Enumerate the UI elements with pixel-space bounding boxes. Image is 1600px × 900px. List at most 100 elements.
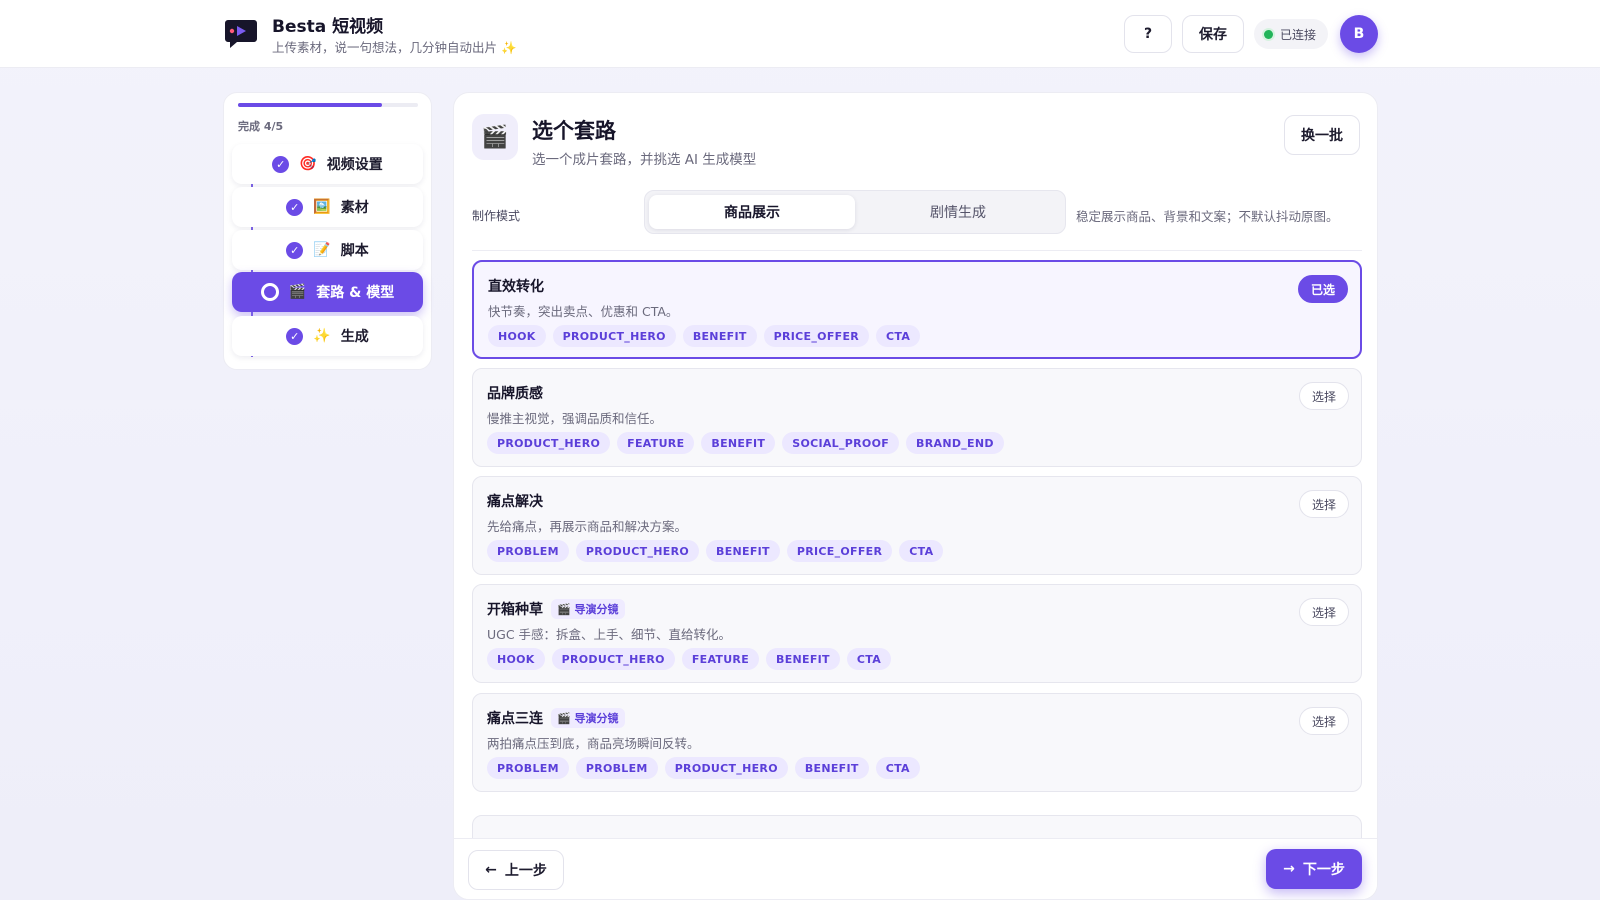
beat-tag: CTA [846, 648, 892, 670]
select-button[interactable]: 选择 [1298, 382, 1349, 410]
beat-tag: PROBLEM [575, 757, 658, 779]
beat-tag: BENEFIT [682, 325, 757, 347]
page-title: 选个套路 [532, 119, 616, 143]
mode-option-product[interactable]: 商品展示 [649, 195, 855, 229]
card-tags: HOOK PRODUCT_HERO FEATURE BENEFIT CTA [487, 648, 892, 670]
template-card[interactable]: 痛点解决先给痛点，再展示商品和解决方案。 PROBLEM PRODUCT_HERO B… [472, 476, 1362, 575]
next-label: 下一步 [1302, 862, 1345, 878]
step-label: 素材 [340, 200, 369, 216]
beat-tag: FEATURE [681, 648, 760, 670]
beat-tag: CTA [875, 757, 920, 779]
sparkles-icon: ✨ [313, 328, 331, 344]
card-description: 先给痛点，再展示商品和解决方案。 [487, 519, 688, 534]
director-storyboard-badge: 🎬 导演分镜 [551, 708, 625, 728]
arrow-right-icon: → [1283, 861, 1295, 877]
card-title: 痛点三连 [487, 711, 543, 727]
card-title-row: 痛点三连 🎬 导演分镜 [487, 708, 625, 728]
step-video-settings[interactable]: ✓ 🎯 视频设置 [232, 144, 423, 184]
help-button[interactable]: ? [1124, 15, 1172, 53]
card-tags: PROBLEM PRODUCT_HERO BENEFIT PRICE_OFFER CTA [487, 540, 944, 562]
beat-tag: CTA [876, 325, 921, 347]
card-title-row: 开箱种草 🎬 导演分镜 [487, 599, 625, 619]
beat-tag: PRICE_OFFER [786, 540, 893, 562]
beat-tag: BENEFIT [701, 432, 776, 454]
card-tags: PROBLEM PROBLEM PRODUCT_HERO BENEFIT CTA [487, 757, 920, 779]
save-button[interactable]: 保存 [1182, 15, 1244, 53]
step-template-model[interactable]: 🎬 套路 & 模型 [232, 272, 423, 312]
beat-tag: PRODUCT_HERO [575, 540, 700, 562]
step-label: 生成 [340, 329, 369, 345]
beat-tag: PROBLEM [487, 757, 569, 779]
beat-tag: PRICE_OFFER [763, 325, 870, 347]
connection-status-label: 已连接 [1280, 27, 1317, 42]
target-icon: 🎯 [299, 156, 317, 172]
select-button[interactable]: 选择 [1298, 598, 1349, 626]
check-icon: ✓ [286, 327, 304, 345]
main-panel: 🎬 选个套路 选一个成片套路，并挑选 AI 生成模型 换一批 制作模式 商品展示… [453, 92, 1378, 900]
select-button[interactable]: 选择 [1298, 707, 1349, 735]
director-storyboard-badge: 🎬 导演分镜 [551, 599, 625, 619]
card-title-row: 直效转化 [488, 276, 544, 296]
mode-option-story[interactable]: 剧情生成 [855, 195, 1061, 229]
mode-toggle: 商品展示 剧情生成 [644, 190, 1066, 234]
card-tags: PRODUCT_HERO FEATURE BENEFIT SOCIAL_PROOF BR… [487, 432, 1004, 454]
beat-tag: BENEFIT [794, 757, 869, 779]
beat-tag: PRODUCT_HERO [487, 432, 611, 454]
step-generate[interactable]: ✓ ✨ 生成 [232, 316, 423, 356]
step-label: 视频设置 [326, 157, 383, 173]
step-script[interactable]: ✓ 📝 脚本 [232, 230, 423, 270]
card-title-row: 痛点解决 [487, 491, 543, 511]
current-step-icon [260, 283, 279, 301]
beat-tag: PROBLEM [487, 540, 569, 562]
card-description: UGC 手感：拆盒、上手、细节、直给转化。 [487, 627, 732, 642]
beat-tag: BRAND_END [906, 432, 1004, 454]
divider [472, 250, 1362, 251]
mode-label: 制作模式 [472, 209, 521, 223]
status-dot-icon [1264, 29, 1273, 39]
avatar[interactable]: B [1340, 15, 1378, 53]
beat-tag: CTA [899, 540, 944, 562]
connection-status: 已连接 [1254, 19, 1328, 49]
logo-icon [225, 20, 257, 48]
beat-tag: PRODUCT_HERO [552, 325, 676, 347]
step-sidebar: 完成 4/5 ✓ 🎯 视频设置 ✓ 🖼️ 素材 ✓ 📝 脚本 🎬 套路 & 模型… [223, 92, 432, 370]
page-subtitle: 选一个成片套路，并挑选 AI 生成模型 [532, 152, 757, 168]
beat-tag: HOOK [487, 648, 545, 670]
beat-tag: FEATURE [617, 432, 695, 454]
memo-icon: 📝 [313, 242, 331, 258]
prev-button[interactable]: ← 上一步 [468, 850, 564, 890]
beat-tag: HOOK [488, 325, 546, 347]
check-icon: ✓ [272, 155, 290, 173]
clapper-icon: 🎬 [472, 114, 518, 160]
card-description: 快节奏，突出卖点、优惠和 CTA。 [488, 304, 679, 319]
clapper-icon: 🎬 [288, 284, 307, 300]
card-title: 直效转化 [488, 279, 544, 295]
app-subtitle: 上传素材，说一句想法，几分钟自动出片 ✨ [272, 40, 517, 55]
step-label: 套路 & 模型 [316, 285, 395, 301]
picture-icon: 🖼️ [313, 199, 331, 215]
top-bar: Besta 短视频 上传素材，说一句想法，几分钟自动出片 ✨ ? 保存 已连接 … [0, 0, 1600, 68]
select-button[interactable]: 选择 [1298, 490, 1349, 518]
beat-tag: PRODUCT_HERO [664, 757, 788, 779]
progress-fill [238, 103, 382, 107]
shuffle-button[interactable]: 换一批 [1284, 115, 1360, 155]
beat-tag: PRODUCT_HERO [551, 648, 675, 670]
template-card[interactable]: 痛点三连 🎬 导演分镜 两拍痛点压到底，商品亮场瞬间反转。 PROBLEM PROBLE… [472, 693, 1362, 792]
progress-label: 完成 4/5 [238, 120, 284, 133]
template-card[interactable]: 直效转化快节奏，突出卖点、优惠和 CTA。 HOOK PRODUCT_HERO BEN… [472, 260, 1362, 359]
card-title: 品牌质感 [487, 386, 543, 402]
beat-tag: BENEFIT [706, 540, 780, 562]
step-assets[interactable]: ✓ 🖼️ 素材 [232, 187, 423, 227]
selected-button[interactable]: 已选 [1297, 275, 1348, 303]
arrow-left-icon: ← [485, 862, 497, 878]
next-button[interactable]: → 下一步 [1266, 849, 1362, 889]
bottom-nav: ← 上一步 → 下一步 [454, 838, 1377, 899]
card-title: 痛点解决 [487, 494, 543, 510]
template-card[interactable]: 开箱种草 🎬 导演分镜 UGC 手感：拆盒、上手、细节、直给转化。 HOOK PRODU… [472, 584, 1362, 683]
card-tags: HOOK PRODUCT_HERO BENEFIT PRICE_OFFER CTA [488, 325, 921, 347]
template-card[interactable]: 品牌质感 慢推主视觉，强调品质和信任。 PRODUCT_HERO FEATURE BEN… [472, 368, 1362, 467]
progress-bar [238, 103, 418, 107]
step-label: 脚本 [340, 243, 369, 259]
prev-label: 上一步 [504, 863, 547, 879]
card-title: 开箱种草 [487, 602, 543, 618]
